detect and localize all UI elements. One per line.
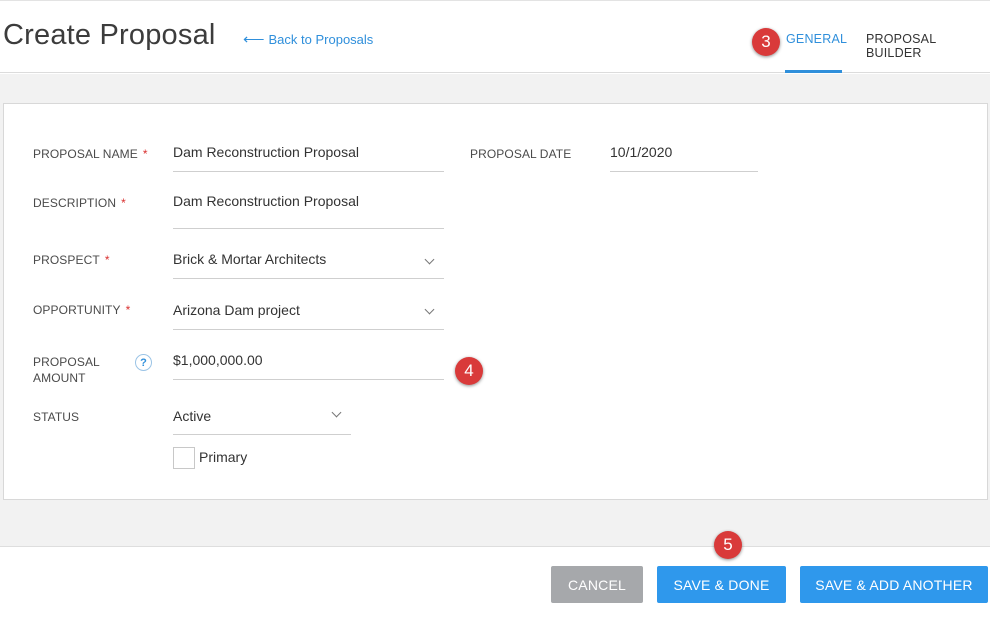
- prospect-label: PROSPECT *: [33, 253, 110, 267]
- chevron-down-icon: [424, 304, 435, 315]
- proposal-name-value: Dam Reconstruction Proposal: [173, 144, 359, 160]
- step-badge-3: 3: [752, 28, 780, 56]
- save-and-add-another-button[interactable]: SAVE & ADD ANOTHER: [800, 566, 988, 603]
- save-and-done-button[interactable]: SAVE & DONE: [657, 566, 786, 603]
- opportunity-label: OPPORTUNITY *: [33, 303, 131, 317]
- page-header: Create Proposal ⟵ Back to Proposals GENE…: [0, 0, 990, 73]
- required-mark: *: [125, 303, 131, 317]
- prospect-value: Brick & Mortar Architects: [173, 251, 327, 267]
- status-select[interactable]: Active: [173, 398, 351, 435]
- required-mark: *: [121, 196, 126, 210]
- description-value: Dam Reconstruction Proposal: [173, 193, 359, 209]
- primary-checkbox-label: Primary: [199, 449, 248, 465]
- tab-general[interactable]: GENERAL: [786, 32, 847, 46]
- back-to-proposals-link[interactable]: ⟵ Back to Proposals: [243, 32, 373, 47]
- opportunity-value: Arizona Dam project: [173, 302, 300, 318]
- proposal-date-label: PROPOSAL DATE: [470, 147, 572, 161]
- proposal-amount-field[interactable]: $1,000,000.00: [173, 343, 444, 380]
- primary-checkbox[interactable]: [173, 447, 195, 469]
- back-link-label: Back to Proposals: [268, 32, 374, 47]
- proposal-date-field[interactable]: 10/1/2020: [610, 136, 758, 172]
- proposal-date-value: 10/1/2020: [610, 144, 673, 160]
- page-title: Create Proposal: [3, 19, 216, 51]
- description-field[interactable]: Dam Reconstruction Proposal: [173, 185, 444, 229]
- proposal-name-field[interactable]: Dam Reconstruction Proposal: [173, 136, 444, 172]
- prospect-select[interactable]: Brick & Mortar Architects: [173, 242, 444, 279]
- chevron-down-icon: [331, 407, 342, 418]
- required-mark: *: [142, 147, 148, 161]
- proposal-amount-value: $1,000,000.00: [173, 352, 263, 368]
- proposal-amount-label: PROPOSAL AMOUNT: [33, 355, 100, 385]
- status-value: Active: [173, 408, 212, 424]
- proposal-name-label: PROPOSAL NAME *: [33, 147, 148, 161]
- cancel-button[interactable]: CANCEL: [551, 566, 643, 603]
- description-label: DESCRIPTION *: [33, 196, 126, 210]
- active-tab-indicator: [785, 70, 842, 73]
- tab-proposal-builder[interactable]: PROPOSAL BUILDER: [866, 32, 990, 60]
- step-badge-5: 5: [714, 531, 742, 559]
- opportunity-select[interactable]: Arizona Dam project: [173, 292, 444, 330]
- required-mark: *: [104, 253, 110, 267]
- form-card: [3, 103, 988, 500]
- help-icon[interactable]: ?: [135, 354, 152, 371]
- arrow-left-icon: ⟵: [243, 31, 265, 48]
- status-label: STATUS: [33, 410, 80, 424]
- chevron-down-icon: [424, 254, 435, 265]
- step-badge-4: 4: [455, 357, 483, 385]
